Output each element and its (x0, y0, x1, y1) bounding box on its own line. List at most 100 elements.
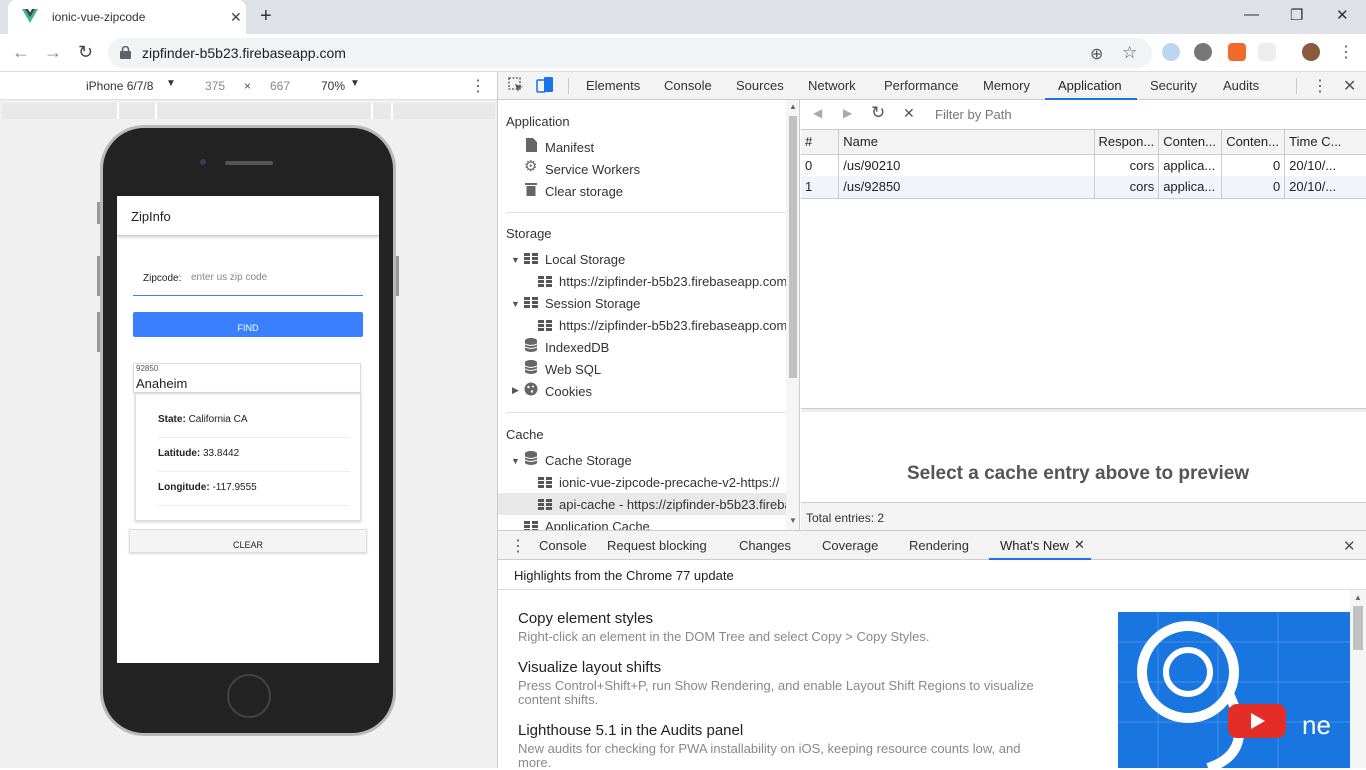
close-window-button[interactable]: ✕ (1336, 6, 1349, 24)
longitude-value: -117.9555 (212, 482, 257, 493)
extension-icon[interactable] (1258, 43, 1276, 61)
collapse-arrow-icon[interactable]: ▶ (512, 385, 519, 396)
find-button[interactable]: FIND (133, 312, 363, 337)
sidebar-item-websql[interactable]: Web SQL (545, 362, 601, 377)
sidebar-item-session-storage[interactable]: Session Storage (545, 296, 640, 311)
add-icon[interactable]: ⊕ (1090, 44, 1103, 64)
sidebar-item-cookies[interactable]: Cookies (545, 384, 592, 399)
drawer-tab-request-blocking[interactable]: Request blocking (607, 538, 707, 553)
news-title[interactable]: Copy element styles (518, 610, 653, 627)
table-row[interactable]: 1 /us/92850 cors applica... 0 20/10/... (801, 176, 1366, 198)
cell-time: 20/10/... (1284, 176, 1366, 198)
width-input[interactable]: 375 (205, 79, 225, 93)
height-input[interactable]: 667 (270, 79, 290, 93)
forward-icon[interactable]: → (44, 42, 62, 63)
tab-application[interactable]: Application (1058, 78, 1122, 93)
col-content-length[interactable]: Conten... (1221, 130, 1286, 155)
close-tab-icon[interactable]: ✕ (1074, 537, 1085, 553)
sidebar-item-session-storage-origin[interactable]: https://zipfinder-b5b23.firebaseapp.com (559, 318, 787, 333)
tab-network[interactable]: Network (808, 78, 856, 93)
sidebar-item-indexeddb[interactable]: IndexedDB (545, 340, 609, 355)
tab-close-icon[interactable]: ✕ (230, 9, 242, 26)
news-title[interactable]: Visualize layout shifts (518, 659, 661, 676)
news-title[interactable]: Lighthouse 5.1 in the Audits panel (518, 722, 743, 739)
devtools-tabs: Elements Console Sources Network Perform… (498, 72, 1366, 100)
drawer-tab-changes[interactable]: Changes (739, 538, 791, 553)
new-tab-button[interactable]: + (260, 5, 272, 28)
delete-entry-icon[interactable]: ✕ (903, 105, 915, 122)
tab-memory[interactable]: Memory (983, 78, 1030, 93)
split-handle[interactable] (801, 409, 1366, 412)
extension-icon[interactable] (1162, 43, 1180, 61)
col-content-type[interactable]: Conten... (1158, 130, 1223, 155)
tab-console[interactable]: Console (664, 78, 712, 93)
expand-arrow-icon[interactable]: ▼ (511, 456, 520, 466)
devtools-menu-icon[interactable]: ⋮ (1312, 76, 1328, 96)
longitude-label: Longitude: (158, 482, 210, 493)
youtube-play-icon[interactable] (1228, 704, 1286, 738)
sidebar-item-local-storage-origin[interactable]: https://zipfinder-b5b23.firebaseapp.com (559, 274, 787, 289)
col-time-cached[interactable]: Time C... (1284, 130, 1366, 155)
tab-security[interactable]: Security (1150, 78, 1197, 93)
drawer-scrollbar[interactable]: ▲ (1350, 590, 1366, 768)
chrome-77-video-thumbnail[interactable]: ne (1118, 612, 1350, 768)
cell-content-length: 0 (1221, 154, 1286, 176)
drawer-tab-coverage[interactable]: Coverage (822, 538, 878, 553)
refresh-icon[interactable]: ↻ (871, 103, 885, 123)
zoom-select[interactable]: 70% (321, 79, 345, 93)
col-index[interactable]: # (801, 130, 840, 155)
home-button[interactable] (227, 674, 271, 718)
star-icon[interactable]: ☆ (1122, 43, 1137, 63)
extension-off-icon[interactable] (1228, 43, 1246, 61)
close-devtools-icon[interactable]: ✕ (1343, 76, 1356, 96)
drawer-tab-whats-new[interactable]: What's New (1000, 538, 1069, 553)
tab-audits[interactable]: Audits (1223, 78, 1259, 93)
table-row[interactable]: 0 /us/90210 cors applica... 0 20/10/... (801, 154, 1366, 176)
scrollbar-thumb[interactable] (1353, 606, 1363, 650)
back-icon[interactable]: ← (12, 42, 30, 63)
next-page-icon[interactable]: ▶ (843, 106, 852, 120)
zip-input[interactable]: enter us zip code (191, 272, 267, 283)
expand-arrow-icon[interactable]: ▼ (511, 299, 520, 309)
total-entries: Total entries: 2 (806, 511, 885, 525)
state-label: State: (158, 414, 186, 425)
reload-icon[interactable]: ↻ (78, 42, 93, 63)
sidebar-item-clear-storage[interactable]: Clear storage (545, 184, 623, 199)
sidebar-item-cache-storage[interactable]: Cache Storage (545, 453, 632, 468)
scrollbar-thumb[interactable] (789, 116, 797, 378)
zip-field[interactable]: Zipcode: enter us zip code (133, 266, 363, 296)
tab-sources[interactable]: Sources (736, 78, 784, 93)
sidebar-scrollbar[interactable]: ▲ ▼ (786, 100, 799, 530)
col-name[interactable]: Name (838, 130, 1095, 155)
address-bar[interactable]: zipfinder-b5b23.firebaseapp.com ⊕ ☆ (108, 38, 1152, 68)
state-value: California CA (188, 414, 248, 425)
sidebar-item-manifest[interactable]: Manifest (545, 140, 594, 155)
close-drawer-icon[interactable]: ✕ (1343, 537, 1356, 555)
sidebar-item-application-cache[interactable]: Application Cache (545, 519, 650, 530)
prev-page-icon[interactable]: ◀ (813, 106, 822, 120)
more-options-icon[interactable]: ⋮ (470, 76, 486, 96)
inspect-element-icon[interactable] (508, 77, 524, 93)
table-icon (538, 320, 552, 331)
device-toggle-icon[interactable] (536, 76, 554, 94)
profile-avatar[interactable] (1302, 43, 1320, 61)
expand-arrow-icon[interactable]: ▼ (511, 255, 520, 265)
drawer-tab-console[interactable]: Console (539, 538, 587, 553)
minimize-button[interactable]: — (1244, 6, 1259, 23)
tab-elements[interactable]: Elements (586, 78, 640, 93)
drawer-menu-icon[interactable]: ⋮ (510, 536, 526, 556)
sidebar-item-precache[interactable]: ionic-vue-zipcode-precache-v2-https:// (559, 475, 779, 490)
sidebar-item-service-workers[interactable]: Service Workers (545, 162, 640, 177)
drawer-tab-rendering[interactable]: Rendering (909, 538, 969, 553)
sidebar-item-local-storage[interactable]: Local Storage (545, 252, 625, 267)
menu-icon[interactable]: ⋮ (1338, 42, 1354, 62)
filter-input[interactable]: Filter by Path (931, 105, 1356, 125)
device-select[interactable]: iPhone 6/7/8 (86, 79, 153, 93)
extension-icon[interactable] (1194, 43, 1212, 61)
clear-button[interactable]: CLEAR (129, 529, 367, 553)
browser-tab[interactable]: ionic-vue-zipcode ✕ (8, 0, 246, 34)
sidebar-item-api-cache[interactable]: api-cache - https://zipfinder-b5b23.fire… (559, 497, 799, 512)
restore-button[interactable]: ❐ (1290, 6, 1303, 24)
tab-performance[interactable]: Performance (884, 78, 958, 93)
col-response-type[interactable]: Respon... (1094, 130, 1160, 155)
